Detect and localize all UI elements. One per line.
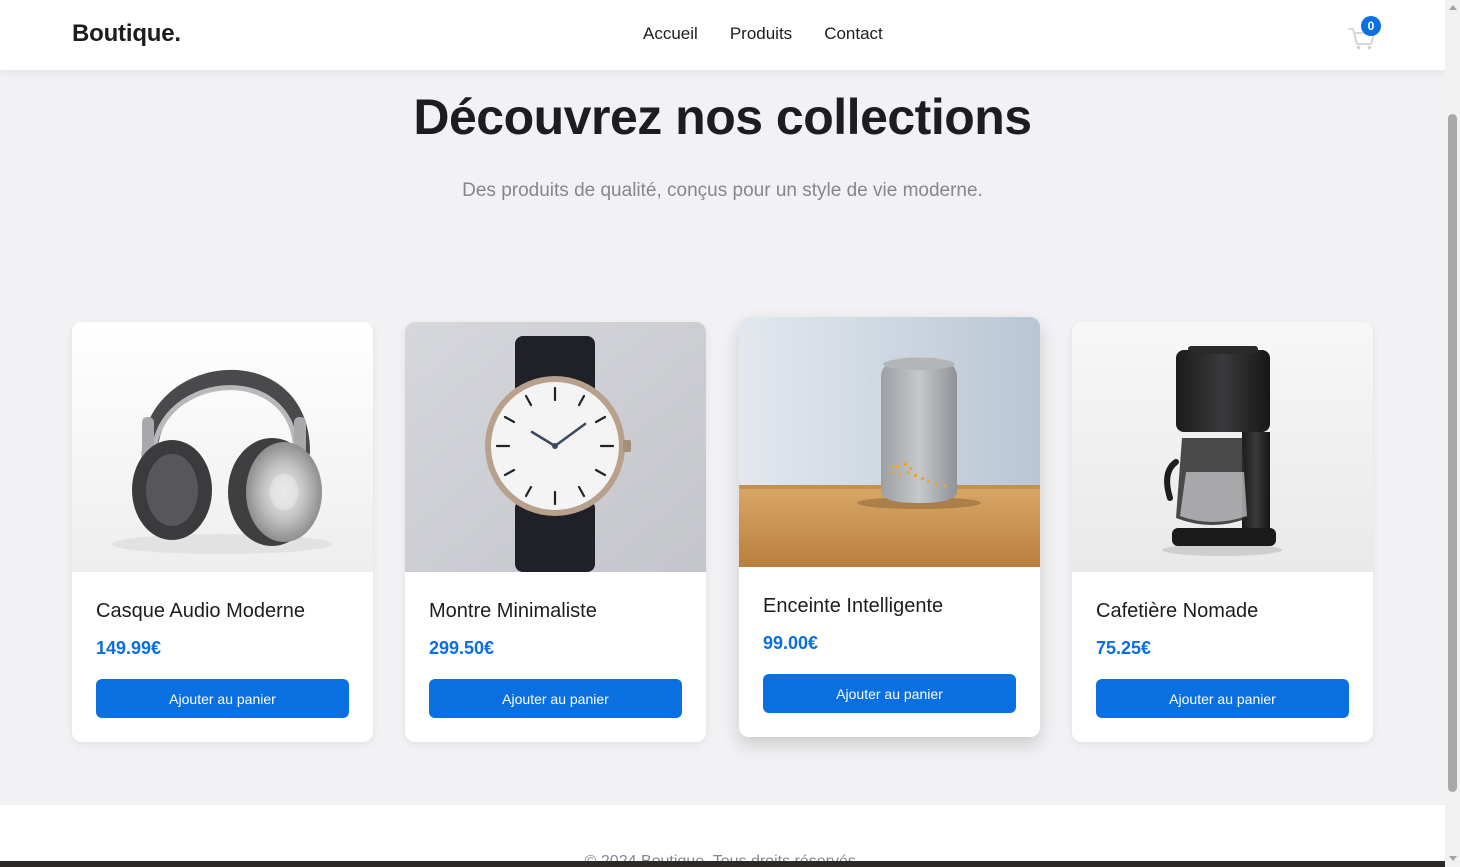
main-nav: Accueil Produits Contact	[643, 24, 883, 44]
add-to-cart-button[interactable]: Ajouter au panier	[1096, 679, 1349, 718]
product-name: Enceinte Intelligente	[763, 595, 944, 617]
product-price: 299.50€	[429, 638, 495, 658]
product-price: 99.00€	[763, 633, 819, 653]
scrollbar-thumb[interactable]	[1448, 114, 1457, 792]
nav-link-contact[interactable]: Contact	[824, 24, 883, 44]
scroll-up-arrow-icon[interactable]	[1449, 5, 1457, 10]
page: Boutique. Accueil Produits Contact 0 Déc…	[0, 0, 1445, 867]
watch-image[interactable]	[405, 322, 706, 572]
product-name: Casque Audio Moderne	[96, 600, 306, 622]
hero-title: Découvrez nos collections	[413, 89, 1032, 145]
add-to-cart-button[interactable]: Ajouter au panier	[429, 679, 682, 718]
product-card[interactable]: Montre Minimaliste 299.50€ Ajouter au pa…	[405, 322, 706, 742]
site-footer: © 2024 Boutique. Tous droits réservés.	[0, 805, 1445, 867]
site-header: Boutique. Accueil Produits Contact 0	[0, 0, 1445, 70]
product-price: 149.99€	[96, 638, 162, 658]
product-name: Montre Minimaliste	[429, 600, 597, 622]
headphones-image[interactable]	[72, 322, 373, 572]
product-price: 75.25€	[1096, 638, 1152, 658]
site-logo[interactable]: Boutique.	[72, 20, 181, 48]
cart-button[interactable]: 0	[1346, 16, 1386, 56]
product-card[interactable]: Cafetière Nomade 75.25€ Ajouter au panie…	[1072, 322, 1373, 742]
nav-link-accueil[interactable]: Accueil	[643, 24, 698, 44]
add-to-cart-button[interactable]: Ajouter au panier	[763, 674, 1016, 713]
add-to-cart-button[interactable]: Ajouter au panier	[96, 679, 349, 718]
cart-count-badge: 0	[1361, 16, 1381, 36]
scroll-down-arrow-icon[interactable]	[1449, 856, 1457, 861]
vertical-scrollbar[interactable]	[1445, 0, 1460, 867]
coffee-maker-image[interactable]	[1072, 322, 1373, 572]
product-card[interactable]: Enceinte Intelligente 99.00€ Ajouter au …	[739, 317, 1040, 737]
product-name: Cafetière Nomade	[1096, 600, 1259, 622]
product-card[interactable]: Casque Audio Moderne 149.99€ Ajouter au …	[72, 322, 373, 742]
hero-subtitle: Des produits de qualité, conçus pour un …	[462, 180, 983, 201]
nav-link-produits[interactable]: Produits	[730, 24, 792, 44]
smart-speaker-image[interactable]	[739, 317, 1040, 567]
bottom-strip	[0, 861, 1445, 867]
